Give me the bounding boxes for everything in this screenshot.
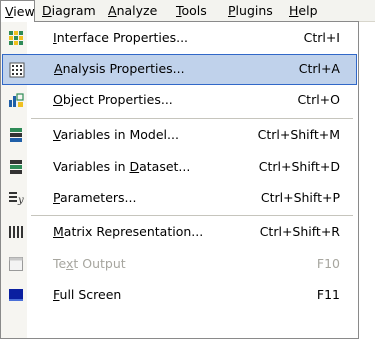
menu-item-matrix-representation[interactable]: Matrix Representation... Ctrl+Shift+R	[2, 217, 357, 248]
variables-in-model-icon	[10, 128, 22, 142]
analysis-properties-icon	[9, 62, 25, 78]
menu-item-shortcut: Ctrl+Shift+M	[257, 127, 340, 142]
view-dropdown-menu: Interface Properties... Ctrl+I Analysis …	[0, 21, 359, 339]
menu-separator	[31, 118, 353, 119]
menu-item-label: Analysis Properties...	[54, 61, 185, 76]
menu-help[interactable]: Help	[285, 0, 322, 21]
menu-item-shortcut: Ctrl+I	[303, 30, 340, 45]
menu-item-object-properties[interactable]: Object Properties... Ctrl+O	[2, 85, 357, 116]
menu-item-text-output[interactable]: Text Output F10	[2, 249, 357, 280]
menu-item-label: Object Properties...	[53, 92, 173, 107]
menu-item-label: Text Output	[53, 256, 126, 271]
menu-item-shortcut: Ctrl+Shift+D	[258, 159, 340, 174]
svg-text:y: y	[17, 195, 24, 206]
menu-bar: View Diagram Analyze Tools Plugins Help	[0, 0, 375, 22]
menu-tools[interactable]: Tools	[172, 0, 211, 21]
menu-item-shortcut: Ctrl+Shift+P	[260, 190, 340, 205]
menu-item-label: Full Screen	[53, 287, 122, 302]
variables-in-dataset-icon	[10, 160, 22, 174]
menu-item-label: Parameters...	[53, 190, 137, 205]
menu-item-parameters[interactable]: y Parameters... Ctrl+Shift+P	[2, 183, 357, 214]
menu-item-shortcut: Ctrl+Shift+R	[259, 224, 340, 239]
menu-item-label: Matrix Representation...	[53, 224, 204, 239]
menu-item-label: Interface Properties...	[53, 30, 189, 45]
parameters-icon: y	[9, 192, 24, 206]
menu-item-shortcut: Ctrl+O	[297, 92, 340, 107]
full-screen-icon	[9, 289, 23, 301]
menu-item-variables-in-dataset[interactable]: Variables in Dataset... Ctrl+Shift+D	[2, 152, 357, 183]
matrix-representation-icon	[9, 226, 23, 238]
menu-item-analysis-properties[interactable]: Analysis Properties... Ctrl+A	[2, 54, 357, 85]
text-output-icon	[9, 257, 23, 271]
menu-item-variables-in-model[interactable]: Variables in Model... Ctrl+Shift+M	[2, 120, 357, 151]
menu-item-shortcut: F11	[316, 287, 340, 302]
menu-item-label: Variables in Model...	[53, 127, 179, 142]
interface-properties-icon	[9, 31, 23, 45]
menu-item-shortcut: F10	[316, 256, 340, 271]
menu-view[interactable]: View	[0, 0, 35, 22]
menu-item-full-screen[interactable]: Full Screen F11	[2, 280, 357, 311]
menu-item-label: Variables in Dataset...	[53, 159, 191, 174]
menu-diagram[interactable]: Diagram	[38, 0, 100, 21]
menu-separator	[31, 215, 353, 216]
menu-item-interface-properties[interactable]: Interface Properties... Ctrl+I	[2, 23, 357, 54]
menu-item-shortcut: Ctrl+A	[298, 61, 340, 76]
menu-analyze[interactable]: Analyze	[104, 0, 161, 21]
menu-plugins[interactable]: Plugins	[224, 0, 277, 21]
object-properties-icon	[9, 93, 24, 107]
